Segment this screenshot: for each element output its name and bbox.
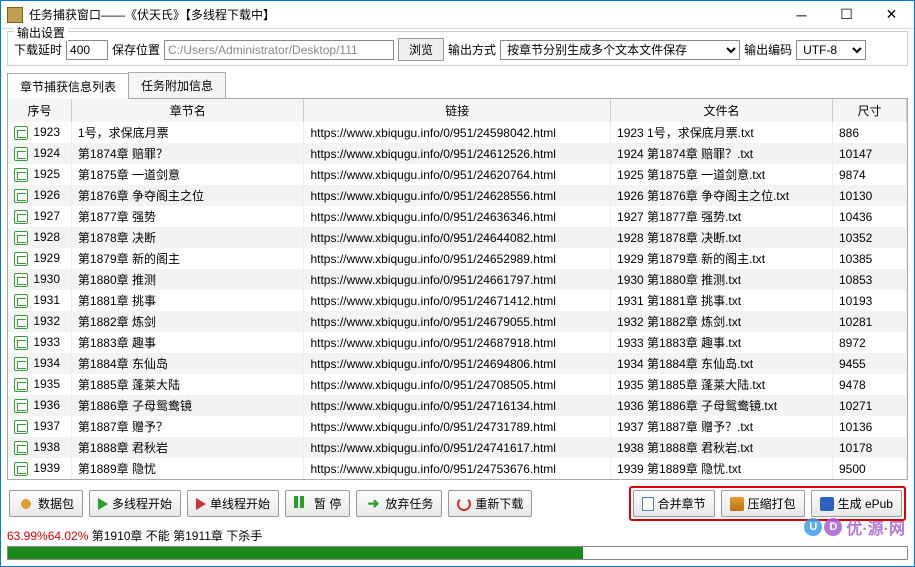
file-icon bbox=[14, 399, 28, 413]
table-row[interactable]: 1933第1883章 趣事https://www.xbiqugu.info/0/… bbox=[8, 332, 907, 353]
chapter-table[interactable]: 序号 章节名 链接 文件名 尺寸 19231号，求保底月票https://www… bbox=[7, 99, 908, 480]
archive-icon bbox=[730, 497, 744, 511]
file-icon bbox=[14, 462, 28, 476]
redownload-button[interactable]: 重新下载 bbox=[448, 490, 532, 517]
pause-button[interactable]: 暂 停 bbox=[285, 490, 350, 517]
tab-bar: 章节捕获信息列表 任务附加信息 bbox=[7, 72, 908, 99]
file-icon bbox=[14, 147, 28, 161]
file-icon bbox=[14, 168, 28, 182]
progress-fill bbox=[8, 547, 583, 559]
file-icon bbox=[14, 441, 28, 455]
app-icon bbox=[7, 7, 23, 23]
file-icon bbox=[14, 294, 28, 308]
file-icon bbox=[14, 357, 28, 371]
browse-button[interactable]: 浏览 bbox=[398, 38, 444, 61]
table-row[interactable]: 1937第1887章 赠予？https://www.xbiqugu.info/0… bbox=[8, 416, 907, 437]
table-row[interactable]: 1930第1880章 推测https://www.xbiqugu.info/0/… bbox=[8, 269, 907, 290]
col-header-size[interactable]: 尺寸 bbox=[832, 99, 906, 122]
table-row[interactable]: 1927第1877章 强势https://www.xbiqugu.info/0/… bbox=[8, 206, 907, 227]
status-chapter-text: 第1910章 不能 第1911章 下杀手 bbox=[88, 529, 262, 543]
export-button-group: 合并章节 压缩打包 生成 ePub bbox=[629, 486, 906, 521]
table-row[interactable]: 1934第1884章 东仙岛https://www.xbiqugu.info/0… bbox=[8, 353, 907, 374]
generate-epub-button[interactable]: 生成 ePub bbox=[811, 490, 902, 517]
output-mode-select[interactable]: 按章节分别生成多个文本文件保存 bbox=[500, 40, 740, 60]
compress-button[interactable]: 压缩打包 bbox=[721, 490, 805, 517]
gear-icon bbox=[18, 496, 34, 512]
tab-extra-info[interactable]: 任务附加信息 bbox=[128, 72, 226, 98]
progress-bar bbox=[7, 546, 908, 560]
table-row[interactable]: 19231号，求保底月票https://www.xbiqugu.info/0/9… bbox=[8, 122, 907, 143]
table-row[interactable]: 1935第1885章 蓬莱大陆https://www.xbiqugu.info/… bbox=[8, 374, 907, 395]
file-icon bbox=[14, 189, 28, 203]
window-title: 任务捕获窗口——《伏天氏》【多线程下载中】 bbox=[29, 6, 779, 23]
table-row[interactable]: 1925第1875章 一道剑意https://www.xbiqugu.info/… bbox=[8, 164, 907, 185]
close-button[interactable]: ✕ bbox=[869, 1, 914, 29]
singlethread-start-button[interactable]: 单线程开始 bbox=[187, 490, 279, 517]
output-settings-label: 输出设置 bbox=[14, 24, 68, 41]
multithread-start-button[interactable]: 多线程开始 bbox=[89, 490, 181, 517]
file-icon bbox=[14, 336, 28, 350]
file-icon bbox=[14, 420, 28, 434]
output-settings-group: 输出设置 下载延时 保存位置 浏览 输出方式 按章节分别生成多个文本文件保存 输… bbox=[7, 31, 908, 66]
output-mode-label: 输出方式 bbox=[448, 41, 496, 58]
minimize-button[interactable]: ─ bbox=[779, 1, 824, 29]
file-icon bbox=[14, 315, 28, 329]
table-row[interactable]: 1928第1878章 决断https://www.xbiqugu.info/0/… bbox=[8, 227, 907, 248]
play-red-icon bbox=[196, 498, 206, 510]
table-row[interactable]: 1936第1886章 子母鸳鸯镜https://www.xbiqugu.info… bbox=[8, 395, 907, 416]
col-header-file[interactable]: 文件名 bbox=[611, 99, 833, 122]
file-icon bbox=[14, 252, 28, 266]
table-row[interactable]: 1939第1889章 隐忧https://www.xbiqugu.info/0/… bbox=[8, 458, 907, 479]
file-icon bbox=[14, 273, 28, 287]
main-window: 任务捕获窗口——《伏天氏》【多线程下载中】 ─ ☐ ✕ 输出设置 下载延时 保存… bbox=[0, 0, 915, 567]
pause-icon bbox=[294, 496, 310, 512]
save-location-input[interactable] bbox=[164, 40, 394, 60]
table-row[interactable]: 1938第1888章 君秋岩https://www.xbiqugu.info/0… bbox=[8, 437, 907, 458]
merge-chapters-button[interactable]: 合并章节 bbox=[633, 490, 715, 517]
progress-percent-1: 63.99% bbox=[7, 529, 48, 543]
abandon-button[interactable]: ➜放弃任务 bbox=[356, 490, 442, 517]
col-header-name[interactable]: 章节名 bbox=[71, 99, 304, 122]
file-icon bbox=[14, 210, 28, 224]
document-icon bbox=[642, 497, 654, 511]
titlebar: 任务捕获窗口——《伏天氏》【多线程下载中】 ─ ☐ ✕ bbox=[1, 1, 914, 29]
table-row[interactable]: 1932第1882章 炼剑https://www.xbiqugu.info/0/… bbox=[8, 311, 907, 332]
epub-icon bbox=[820, 497, 834, 511]
encoding-select[interactable]: UTF-8 bbox=[796, 40, 866, 60]
status-text: 63.99%64.02% 第1910章 不能 第1911章 下杀手 bbox=[1, 527, 914, 546]
tab-chapter-list[interactable]: 章节捕获信息列表 bbox=[7, 73, 129, 99]
delay-input[interactable] bbox=[66, 40, 108, 60]
data-package-button[interactable]: 数据包 bbox=[9, 490, 83, 517]
table-row[interactable]: 1929第1879章 新的阁主https://www.xbiqugu.info/… bbox=[8, 248, 907, 269]
file-icon bbox=[14, 231, 28, 245]
col-header-num[interactable]: 序号 bbox=[8, 99, 71, 122]
save-location-label: 保存位置 bbox=[112, 41, 160, 58]
window-controls: ─ ☐ ✕ bbox=[779, 1, 914, 29]
delay-label: 下载延时 bbox=[14, 41, 62, 58]
table-row[interactable]: 1924第1874章 赔罪？https://www.xbiqugu.info/0… bbox=[8, 143, 907, 164]
maximize-button[interactable]: ☐ bbox=[824, 1, 869, 29]
file-icon bbox=[14, 126, 28, 140]
table-row[interactable]: 1926第1876章 争夺阁主之位https://www.xbiqugu.inf… bbox=[8, 185, 907, 206]
arrow-right-icon: ➜ bbox=[365, 496, 381, 512]
progress-percent-2: 64.02% bbox=[48, 529, 89, 543]
action-toolbar: 数据包 多线程开始 单线程开始 暂 停 ➜放弃任务 重新下载 合并章节 压缩打包… bbox=[1, 480, 914, 527]
reload-icon bbox=[457, 497, 471, 511]
play-green-icon bbox=[98, 498, 108, 510]
table-row[interactable]: 1931第1881章 挑事https://www.xbiqugu.info/0/… bbox=[8, 290, 907, 311]
encoding-label: 输出编码 bbox=[744, 41, 792, 58]
col-header-link[interactable]: 链接 bbox=[304, 99, 611, 122]
file-icon bbox=[14, 378, 28, 392]
